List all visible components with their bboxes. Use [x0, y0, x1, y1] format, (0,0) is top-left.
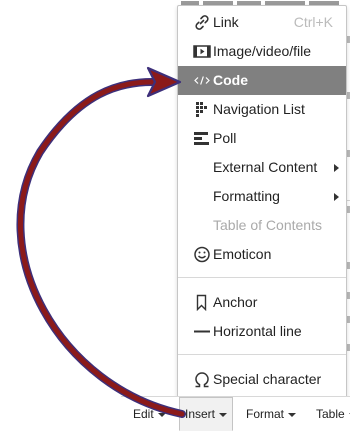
- menu-item-image-video-file[interactable]: Image/video/file: [178, 37, 346, 66]
- insert-dropdown-menu: Link Ctrl+K Image/video/file Code Naviga…: [177, 5, 347, 402]
- shortcut-hint: Ctrl+K: [293, 14, 333, 30]
- menu-separator: [178, 354, 346, 355]
- menu-item-link[interactable]: Link Ctrl+K: [178, 8, 346, 37]
- menu-item-label: Poll: [213, 130, 237, 146]
- menubar-table-label: Table: [316, 407, 345, 421]
- menu-item-label: Navigation List: [213, 101, 305, 117]
- menu-item-label: Emoticon: [213, 246, 272, 262]
- chevron-down-icon: [157, 412, 166, 417]
- editor-menubar: Edit Insert Format Table: [121, 396, 350, 431]
- menu-item-label: Anchor: [213, 294, 258, 310]
- menubar-edit-label: Edit: [133, 407, 154, 421]
- menu-item-label: Code: [213, 72, 248, 88]
- menu-item-navigation-list[interactable]: Navigation List: [178, 95, 346, 124]
- menu-item-poll[interactable]: Poll: [178, 124, 346, 153]
- menu-item-external-content[interactable]: External Content: [178, 153, 346, 182]
- poll-icon: [194, 132, 209, 145]
- chevron-down-icon: [288, 412, 297, 417]
- menu-item-table-of-contents: Table of Contents: [178, 211, 346, 240]
- media-icon: [193, 45, 211, 58]
- menu-item-label: Special character: [213, 371, 322, 387]
- menu-separator: [178, 277, 346, 278]
- code-icon: [194, 76, 210, 85]
- menu-item-horizontal-line[interactable]: Horizontal line: [178, 317, 346, 346]
- menubar-format-label: Format: [246, 407, 285, 421]
- menu-item-label: Table of Contents: [213, 217, 322, 233]
- menubar-edit-button[interactable]: Edit: [133, 397, 166, 431]
- bookmark-icon: [196, 294, 207, 311]
- emoticon-icon: [194, 246, 210, 263]
- chevron-down-icon: [219, 412, 228, 417]
- horizontal-line-icon: [194, 330, 210, 333]
- menu-item-label: Link: [213, 14, 239, 30]
- navigation-list-icon: [196, 102, 207, 117]
- menubar-table-button[interactable]: Table: [316, 397, 350, 431]
- submenu-arrow-icon: [334, 164, 339, 172]
- menubar-insert-label: Insert: [185, 407, 216, 421]
- menu-item-formatting[interactable]: Formatting: [178, 182, 346, 211]
- menu-item-special-character[interactable]: Special character: [178, 365, 346, 394]
- menu-item-anchor[interactable]: Anchor: [178, 288, 346, 317]
- menu-item-code[interactable]: Code: [178, 66, 346, 95]
- link-icon: [195, 15, 209, 30]
- menu-item-emoticon[interactable]: Emoticon: [178, 240, 346, 269]
- menubar-format-button[interactable]: Format: [246, 397, 297, 431]
- menu-item-label: External Content: [213, 159, 318, 175]
- omega-icon: [195, 372, 209, 388]
- menu-item-label: Horizontal line: [213, 323, 302, 339]
- menubar-insert-button[interactable]: Insert: [179, 397, 234, 431]
- menu-item-label: Formatting: [213, 188, 280, 204]
- menu-item-label: Image/video/file: [213, 43, 312, 59]
- submenu-arrow-icon: [334, 193, 339, 201]
